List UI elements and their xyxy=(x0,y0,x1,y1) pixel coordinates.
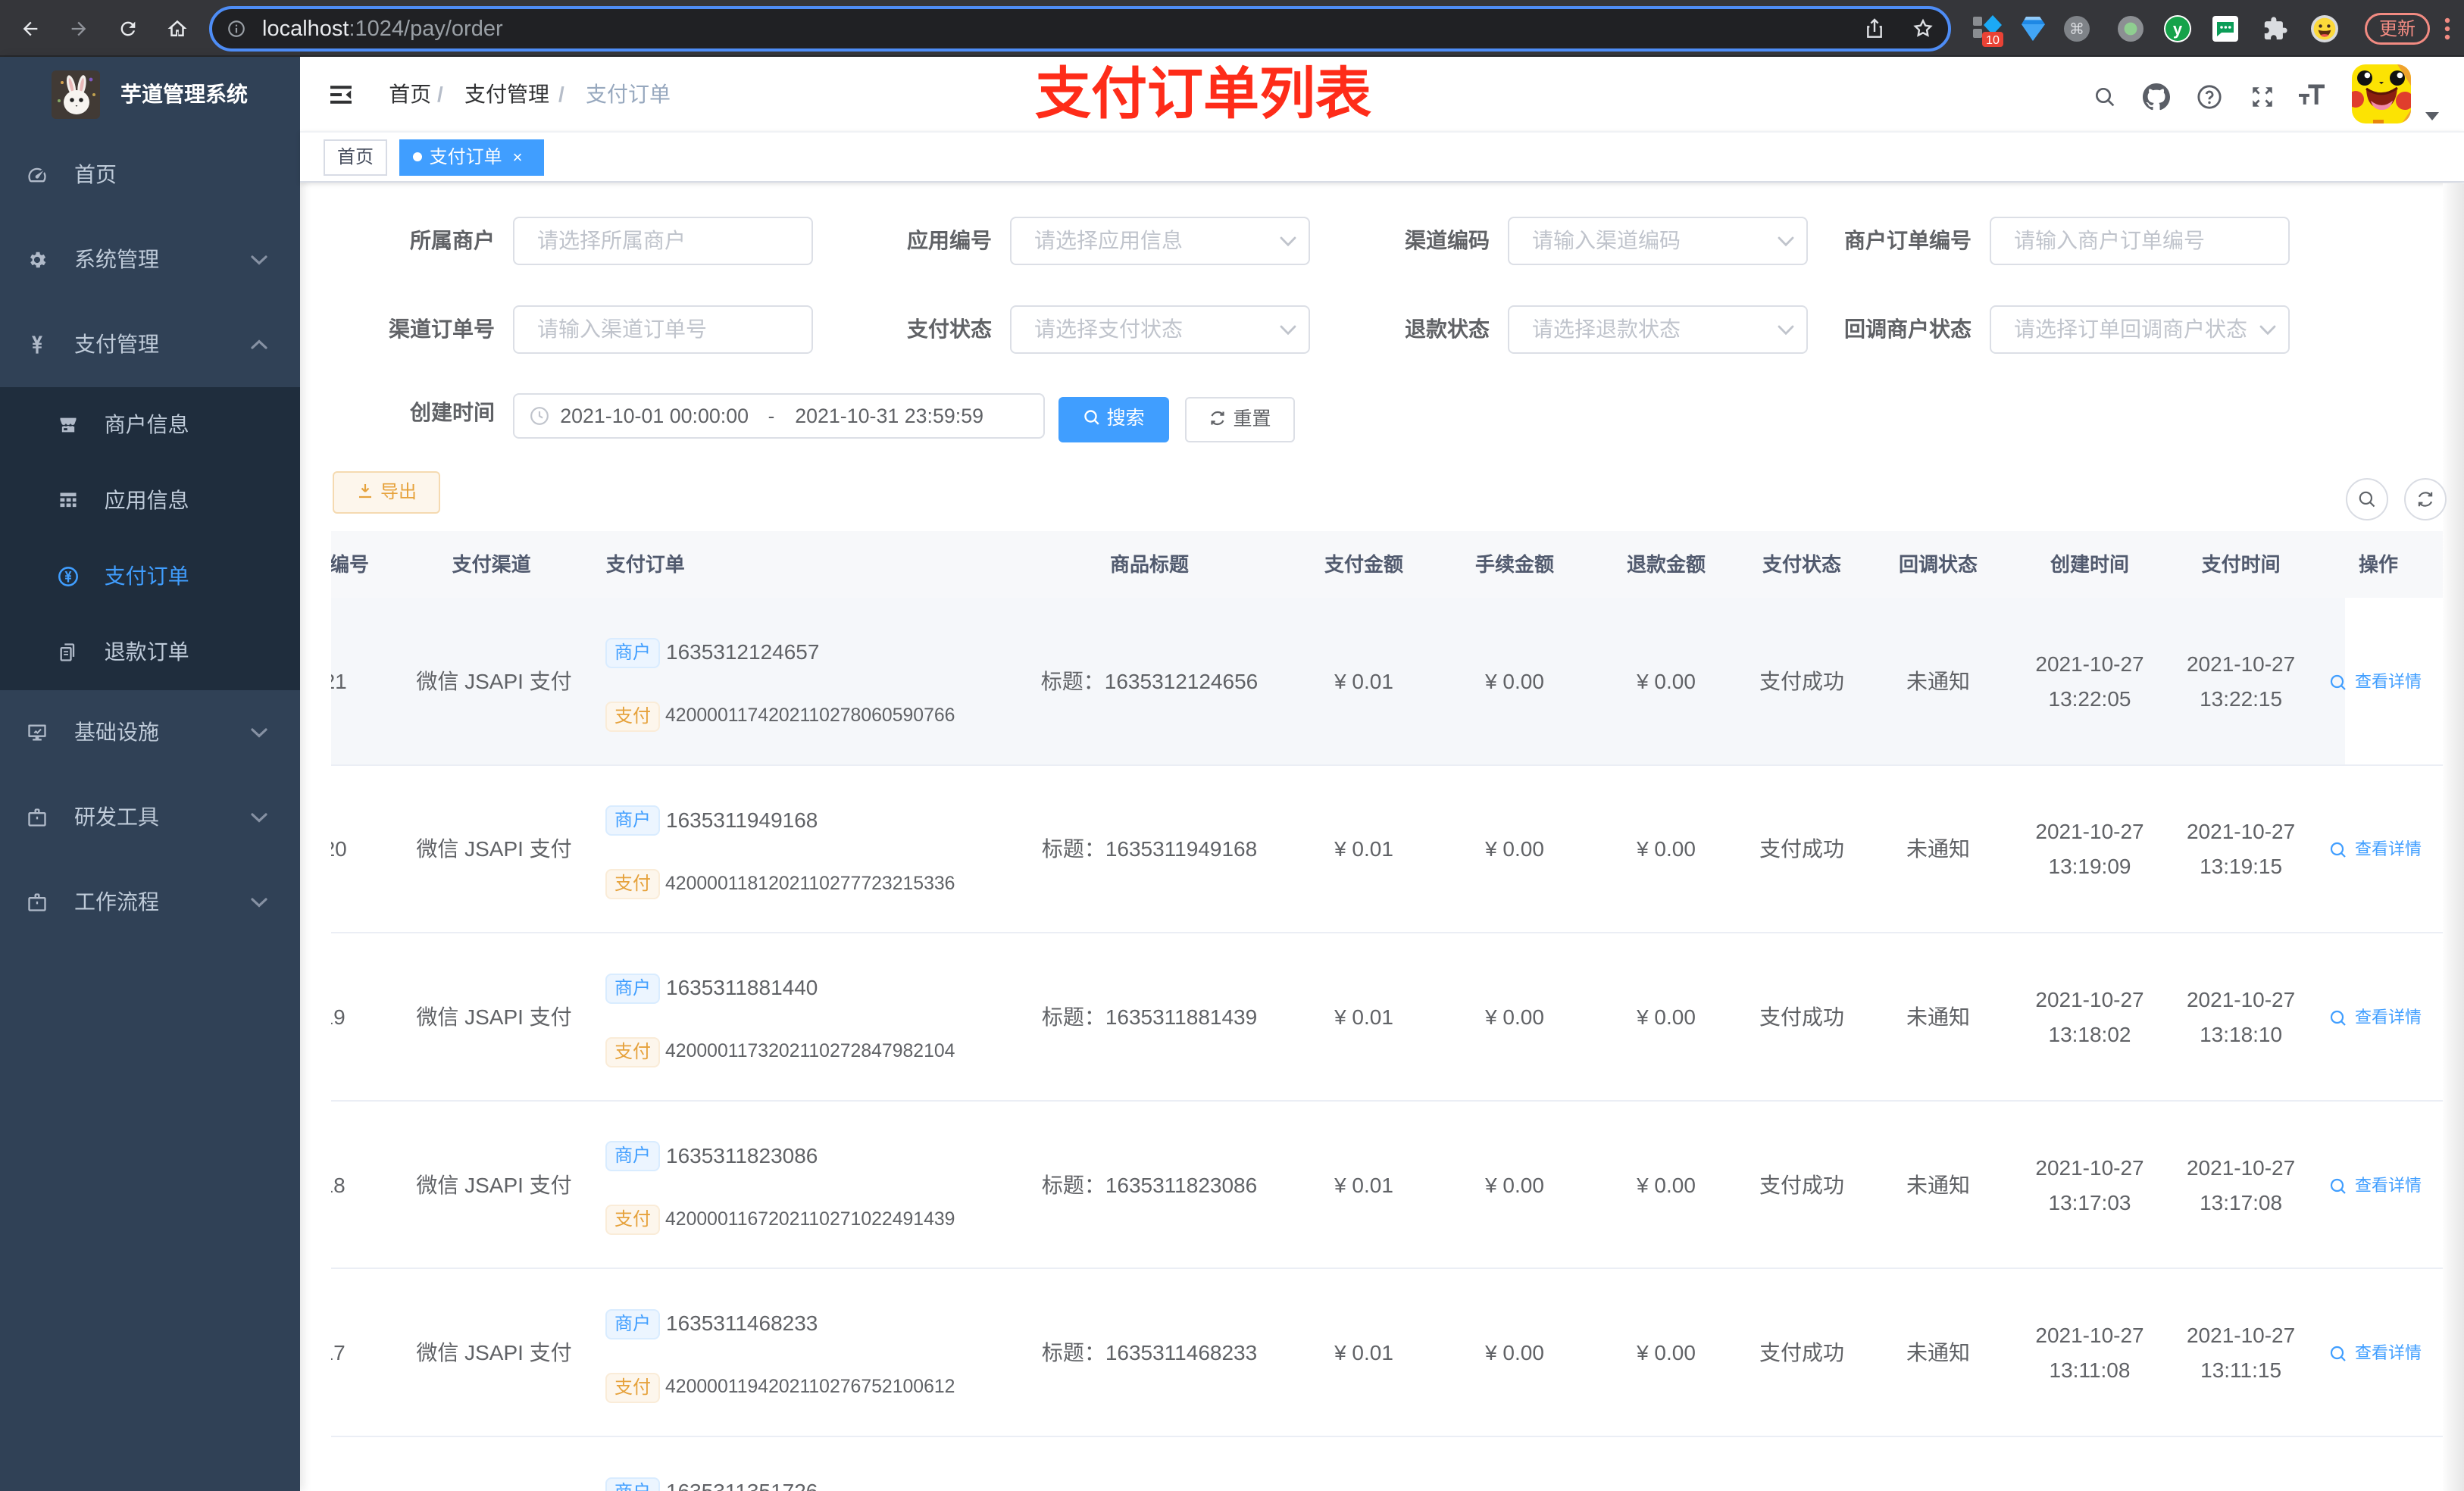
svg-text:⌘: ⌘ xyxy=(2069,21,2084,38)
svg-text:y: y xyxy=(2173,20,2183,39)
svg-text:10: 10 xyxy=(1986,34,2000,47)
